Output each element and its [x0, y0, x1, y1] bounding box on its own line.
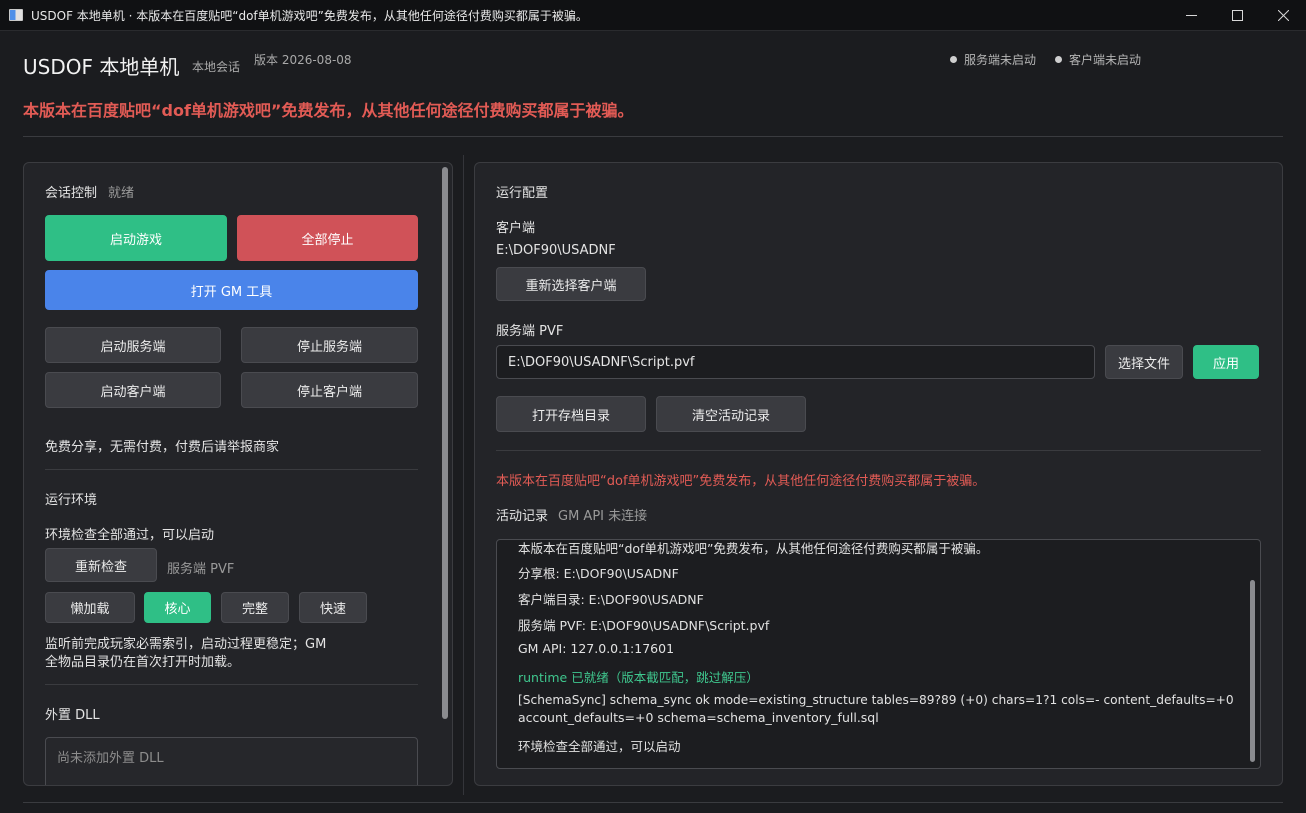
stop-all-button[interactable]: 全部停止: [237, 215, 418, 261]
activity-log[interactable]: 本版本在百度贴吧“dof单机游戏吧”免费发布，从其他任何途径付费购买都属于被骗。…: [496, 539, 1261, 769]
status-dot-icon: [1055, 56, 1062, 63]
choose-file-button[interactable]: 选择文件: [1105, 345, 1183, 379]
maximize-icon[interactable]: [1214, 0, 1260, 31]
clear-log-button[interactable]: 清空活动记录: [656, 396, 806, 432]
client-label: 客户端: [496, 221, 536, 236]
start-game-button[interactable]: 启动游戏: [45, 215, 227, 261]
section-divider: [45, 469, 418, 470]
free-notice-inline: 本版本在百度贴吧“dof单机游戏吧”免费发布，从其他任何途径付费购买都属于被骗。: [496, 474, 986, 489]
title-bar: USDOF 本地单机 · 本版本在百度贴吧“dof单机游戏吧”免费发布，从其他任…: [0, 0, 1306, 31]
pvf-path-input[interactable]: E:\DOF90\USADNF\Script.pvf: [496, 345, 1095, 379]
panel-splitter[interactable]: [463, 155, 464, 795]
window-controls: [1168, 0, 1306, 31]
session-subtitle: 本地会话: [192, 60, 241, 74]
right-panel: 运行配置 客户端 E:\DOF90\USADNF 重新选择客户端 服务端 PVF…: [474, 162, 1283, 786]
stop-client-button[interactable]: 停止客户端: [241, 372, 418, 408]
runtime-env-title: 运行环境: [45, 493, 98, 508]
mode-description-line2: 全物品目录仍在首次打开时加载。: [45, 655, 241, 670]
server-status: 服务端未启动: [950, 51, 1036, 68]
activity-log-title: 活动记录: [496, 509, 549, 524]
mode-fast-button[interactable]: 快速: [299, 592, 367, 623]
log-scrollbar[interactable]: [1250, 580, 1255, 762]
log-entry: runtime 已就绪（版本截匹配，跳过解压）: [518, 670, 759, 685]
log-entry: GM API: 127.0.0.1:17601: [518, 641, 675, 656]
start-server-button[interactable]: 启动服务端: [45, 327, 221, 363]
log-entry: account_defaults=+0 schema=schema_invent…: [518, 710, 879, 725]
dll-placeholder: 尚未添加外置 DLL: [57, 751, 164, 766]
log-entry: [SchemaSync] schema_sync ok mode=existin…: [518, 693, 1234, 707]
recheck-button[interactable]: 重新检查: [45, 548, 157, 582]
stop-server-button[interactable]: 停止服务端: [241, 327, 418, 363]
client-status: 客户端未启动: [1055, 51, 1141, 68]
gm-api-status: GM API 未连接: [558, 509, 648, 524]
free-notice-banner: 本版本在百度贴吧“dof单机游戏吧”免费发布，从其他任何途径付费购买都属于被骗。: [23, 101, 634, 120]
session-control-title: 会话控制: [45, 186, 98, 201]
section-divider: [496, 450, 1261, 451]
server-pvf-label: 服务端 PVF: [496, 324, 564, 339]
external-dll-list[interactable]: 尚未添加外置 DLL: [45, 737, 418, 785]
app-title: USDOF 本地单机: [23, 55, 180, 79]
pvf-hint: 服务端 PVF: [167, 562, 235, 577]
open-gm-tool-button[interactable]: 打开 GM 工具: [45, 270, 418, 310]
left-panel-scrollbar[interactable]: [442, 167, 448, 719]
apply-button[interactable]: 应用: [1193, 345, 1259, 379]
mode-full-button[interactable]: 完整: [221, 592, 289, 623]
log-entry: 本版本在百度贴吧“dof单机游戏吧”免费发布，从其他任何途径付费购买都属于被骗。: [518, 541, 989, 556]
session-state: 就绪: [108, 186, 135, 201]
start-client-button[interactable]: 启动客户端: [45, 372, 221, 408]
header-divider: [23, 136, 1283, 137]
mode-description-line1: 监听前完成玩家必需索引，启动过程更稳定；GM: [45, 637, 327, 652]
minimize-icon[interactable]: [1168, 0, 1214, 31]
window-title: USDOF 本地单机 · 本版本在百度贴吧“dof单机游戏吧”免费发布，从其他任…: [31, 8, 588, 23]
version-label: 版本 2026-08-08: [254, 53, 352, 67]
close-icon[interactable]: [1260, 0, 1306, 31]
run-config-title: 运行配置: [496, 186, 549, 201]
mode-core-button[interactable]: 核心: [144, 592, 211, 623]
section-divider: [45, 684, 418, 685]
footer-divider: [23, 802, 1283, 803]
reselect-client-button[interactable]: 重新选择客户端: [496, 267, 646, 301]
status-dot-icon: [950, 56, 957, 63]
left-panel: 会话控制 就绪 启动游戏 全部停止 打开 GM 工具 启动服务端 停止服务端 启…: [23, 162, 453, 786]
log-entry: 环境检查全部通过，可以启动: [518, 739, 681, 754]
log-entry: 客户端目录: E:\DOF90\USADNF: [518, 592, 704, 607]
app-icon: [9, 9, 23, 21]
mode-lazy-button[interactable]: 懒加载: [45, 592, 135, 623]
external-dll-title: 外置 DLL: [45, 708, 100, 723]
client-path: E:\DOF90\USADNF: [496, 243, 616, 258]
open-save-dir-button[interactable]: 打开存档目录: [496, 396, 646, 432]
log-entry: 服务端 PVF: E:\DOF90\USADNF\Script.pvf: [518, 618, 770, 633]
log-entry: 分享根: E:\DOF90\USADNF: [518, 566, 679, 581]
free-share-note: 免费分享，无需付费，付费后请举报商家: [45, 440, 280, 455]
env-check-status: 环境检查全部通过，可以启动: [45, 528, 215, 543]
client-status-text: 客户端未启动: [1069, 53, 1142, 67]
server-status-text: 服务端未启动: [964, 53, 1037, 67]
